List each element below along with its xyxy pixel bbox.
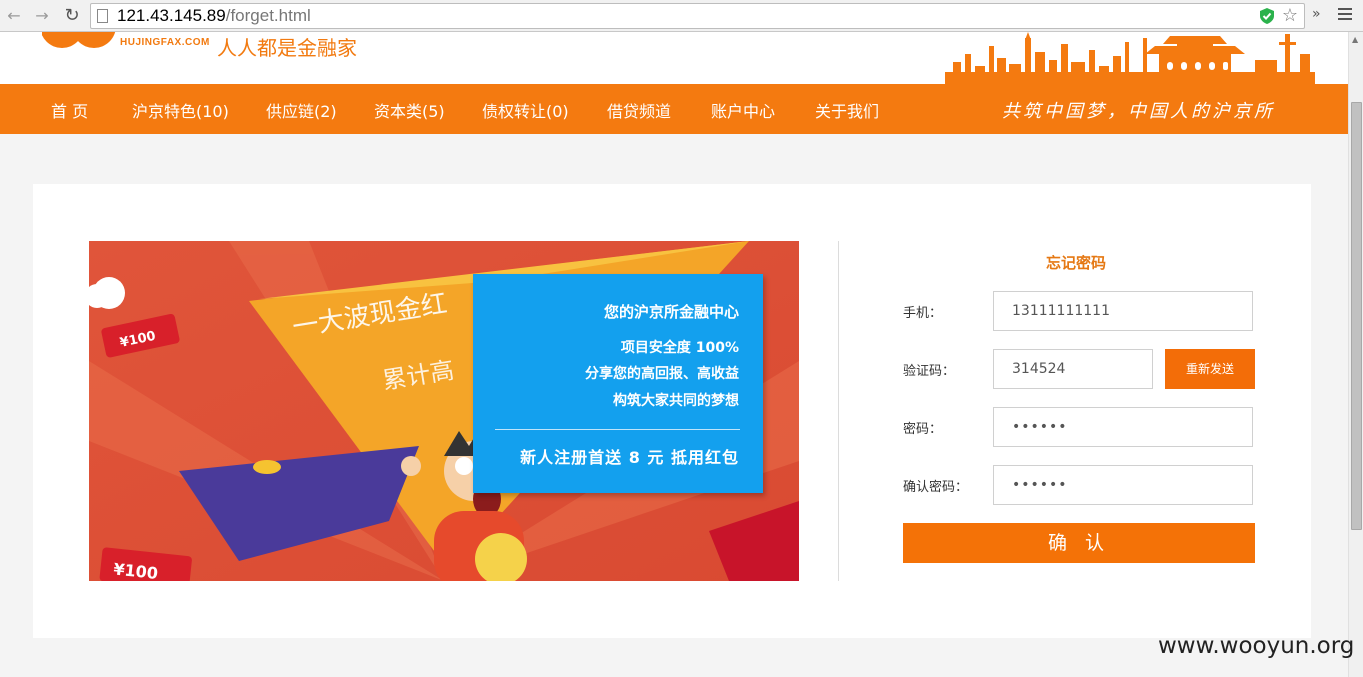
info-divider [495, 429, 740, 430]
phone-label: 手机： [903, 306, 943, 321]
phone-input[interactable]: 13111111111 [993, 291, 1253, 331]
page-icon [97, 9, 108, 23]
logo-icon[interactable] [42, 32, 116, 50]
form-title: 忘记密码 [1046, 254, 1107, 272]
reload-icon[interactable]: ↻ [62, 6, 82, 26]
coupon-label-2: ¥100 [113, 559, 159, 581]
vertical-divider [838, 241, 839, 581]
bookmark-star-icon[interactable]: ☆ [1282, 5, 1298, 26]
watermark: www.wooyun.org [1158, 633, 1355, 659]
password-label: 密码： [903, 422, 943, 437]
menu-icon[interactable] [1338, 8, 1352, 23]
info-line-returns: 分享您的高回报、高收益 [585, 366, 739, 382]
code-label: 验证码： [903, 364, 956, 379]
nav-item-lending[interactable]: 借贷频道 [607, 98, 671, 122]
nav-item-account[interactable]: 账户中心 [711, 98, 775, 122]
skyline-illustration [945, 32, 1315, 84]
nav-item-debt-transfer[interactable]: 债权转让(0) [482, 98, 569, 122]
scrollbar-thumb[interactable] [1351, 102, 1362, 530]
info-line-safety: 项目安全度 100% [620, 340, 739, 356]
nav-item-capital[interactable]: 资本类(5) [374, 98, 445, 122]
confirm-password-label: 确认密码： [903, 480, 969, 495]
extensions-overflow-icon[interactable]: » [1312, 6, 1321, 22]
nav-motto: 共筑中国梦，中国人的沪京所 [1002, 101, 1275, 122]
confirm-password-input[interactable]: •••••• [993, 465, 1253, 505]
logo-slogan: 人人都是金融家 [217, 36, 357, 60]
scrollbar[interactable]: ▲ [1348, 32, 1363, 677]
logo-domain: HUJINGFAX.COM [120, 37, 210, 48]
nav-item-supply-chain[interactable]: 供应链(2) [266, 98, 337, 122]
resend-code-button[interactable]: 重新发送 [1165, 349, 1255, 389]
browser-toolbar: ← → ↻ 121.43.145.89/forget.html ☆ » [0, 0, 1363, 32]
password-input[interactable]: •••••• [993, 407, 1253, 447]
forward-arrow-icon[interactable]: → [32, 6, 52, 26]
info-line-dream: 构筑大家共同的梦想 [613, 393, 739, 409]
url-text: 121.43.145.89/forget.html [117, 6, 311, 25]
verification-code-input[interactable]: 314524 [993, 349, 1153, 389]
confirm-button[interactable]: 确 认 [903, 523, 1255, 563]
nav-item-features[interactable]: 沪京特色(10) [132, 98, 229, 122]
nav-item-home[interactable]: 首 页 [51, 98, 88, 122]
info-box: 您的沪京所金融中心 项目安全度 100% 分享您的高回报、高收益 构筑大家共同的… [473, 274, 763, 493]
nav-item-about[interactable]: 关于我们 [815, 98, 879, 122]
site-header: HUJINGFAX.COM 人人都是金融家 [0, 32, 1348, 84]
back-arrow-icon[interactable]: ← [4, 6, 24, 26]
info-promo: 新人注册首送 8 元 抵用红包 [520, 448, 739, 467]
info-title: 您的沪京所金融中心 [603, 303, 739, 321]
address-bar[interactable]: 121.43.145.89/forget.html ☆ [90, 3, 1305, 29]
shield-icon[interactable] [1258, 7, 1276, 25]
main-nav: 首 页 沪京特色(10) 供应链(2) 资本类(5) 债权转让(0) 借贷频道 … [0, 84, 1348, 134]
scroll-up-icon[interactable]: ▲ [1352, 35, 1358, 44]
